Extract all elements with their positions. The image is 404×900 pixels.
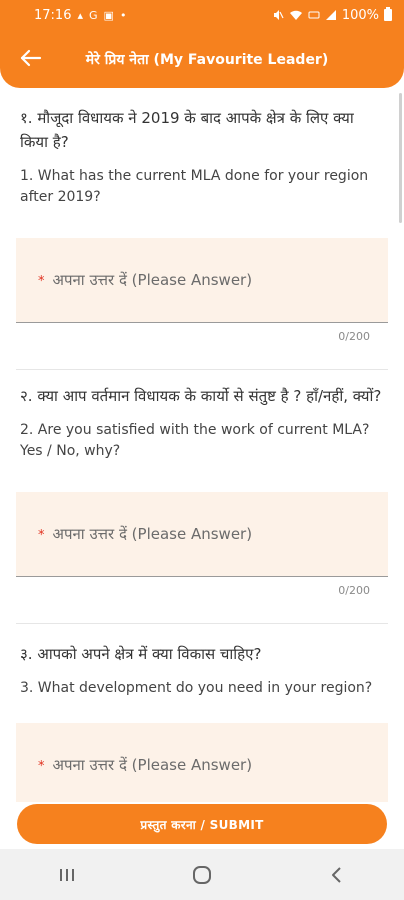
page-title: मेरे प्रिय नेता (My Favourite Leader) <box>85 51 329 68</box>
question-card: ३. आपको अपने क्षेत्र में क्या विकास चाहि… <box>0 624 404 802</box>
question-card: २. क्या आप वर्तमान विधायक के कार्यो से स… <box>0 370 404 624</box>
answer-placeholder: * अपना उत्तर दें (Please Answer) <box>38 271 253 289</box>
char-counter: 0/200 <box>338 330 370 343</box>
recent-apps-icon <box>60 868 75 881</box>
question-hindi: २. क्या आप वर्तमान विधायक के कार्यो से स… <box>20 387 382 405</box>
home-button[interactable] <box>172 855 232 895</box>
question-hindi: ३. आपको अपने क्षेत्र में क्या विकास चाहि… <box>20 645 262 663</box>
answer-field[interactable]: * अपना उत्तर दें (Please Answer) <box>16 238 388 323</box>
wifi-icon <box>289 10 302 20</box>
submit-area: प्रस्तुत करना / SUBMIT <box>0 802 404 848</box>
notification-icon: ▴ <box>77 8 83 22</box>
battery-percent: 100% <box>341 7 379 23</box>
signal-icon <box>325 10 336 20</box>
back-arrow-icon[interactable] <box>16 43 46 73</box>
question-english: 1. What has the current MLA done for you… <box>20 168 369 205</box>
answer-field[interactable]: * अपना उत्तर दें (Please Answer) <box>16 723 388 802</box>
home-icon <box>192 865 211 884</box>
scrollbar[interactable] <box>399 93 402 223</box>
question-card: १. मौजूदा विधायक ने 2019 के बाद आपके क्ष… <box>0 88 404 370</box>
battery-icon <box>384 7 392 21</box>
question-hindi: १. मौजूदा विधायक ने 2019 के बाद आपके क्ष… <box>20 109 354 151</box>
question-english: 2. Are you satisfied with the work of cu… <box>20 422 370 459</box>
required-star: * <box>38 274 45 289</box>
answer-placeholder: * अपना उत्तर दें (Please Answer) <box>38 756 253 774</box>
back-button[interactable] <box>307 855 367 895</box>
status-bar: 17:16 ▴ G ▣ • 100% <box>0 0 404 30</box>
submit-button[interactable]: प्रस्तुत करना / SUBMIT <box>17 804 387 844</box>
required-star: * <box>38 759 45 774</box>
dot-icon: • <box>119 8 127 22</box>
mute-icon <box>273 10 284 20</box>
question-english: 3. What development do you need in your … <box>20 680 373 696</box>
google-icon: G <box>89 8 98 22</box>
required-star: * <box>38 528 45 543</box>
status-time: 17:16 <box>34 7 72 23</box>
questions-list[interactable]: १. मौजूदा विधायक ने 2019 के बाद आपके क्ष… <box>0 88 404 802</box>
volte-icon <box>308 11 320 19</box>
char-counter: 0/200 <box>338 584 370 597</box>
answer-field[interactable]: * अपना उत्तर दें (Please Answer) <box>16 492 388 577</box>
system-nav-bar <box>0 849 404 900</box>
message-icon: ▣ <box>103 8 114 22</box>
answer-placeholder: * अपना उत्तर दें (Please Answer) <box>38 525 253 543</box>
app-bar: मेरे प्रिय नेता (My Favourite Leader) <box>0 30 404 88</box>
back-chevron-icon <box>331 866 341 883</box>
recent-apps-button[interactable] <box>37 855 97 895</box>
